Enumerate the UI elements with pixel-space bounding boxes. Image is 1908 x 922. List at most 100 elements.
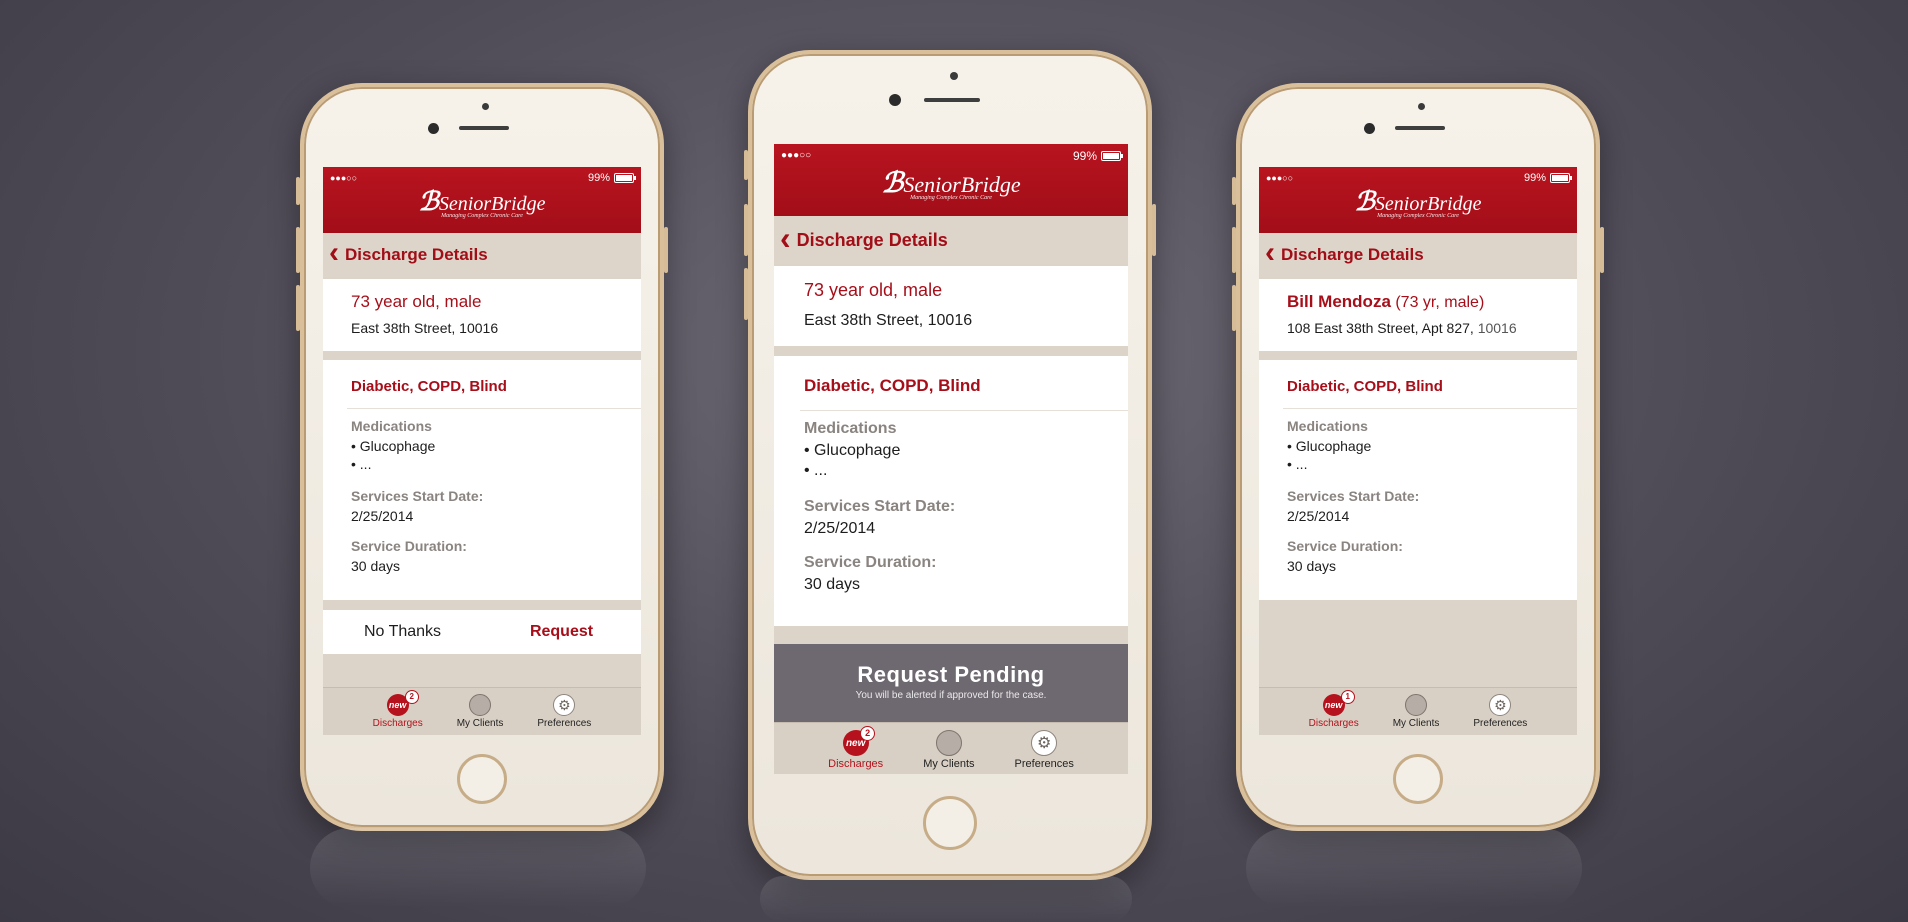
patient-name: Bill Mendoza (1287, 292, 1391, 311)
medication-item: • Glucophage (804, 442, 901, 459)
screen-left: ●●●○○ 99% ℬSeniorBridge Managing Complex… (323, 167, 641, 735)
patient-summary-card: 73 year old, male East 38th Street, 1001… (323, 279, 641, 351)
home-button[interactable] (923, 796, 977, 850)
gear-icon: ⚙ (553, 694, 576, 716)
back-chevron-icon[interactable]: ‹ (780, 220, 791, 257)
battery-icon (614, 173, 636, 183)
start-date-label: Services Start Date: (1287, 488, 1420, 504)
tab-label: My Clients (1392, 718, 1440, 729)
medication-item: • Glucophage (351, 438, 436, 454)
senior-bridge-logo: ℬSeniorBridge Managing Complex Chronic C… (1354, 187, 1482, 219)
start-date-value: 2/25/2014 (804, 520, 876, 537)
medications-label: Medications (804, 420, 897, 437)
patient-zip: 10016 (1477, 320, 1517, 336)
screen-center: ●●●○○ 99% ℬSeniorBridge Managing Complex… (774, 144, 1128, 774)
app-header: ●●●○○ 99% ℬSeniorBridge Managing Complex… (774, 144, 1128, 216)
no-thanks-button[interactable]: No Thanks (323, 610, 482, 654)
medication-item: • ... (1287, 456, 1308, 472)
start-date-value: 2/25/2014 (1287, 508, 1350, 524)
duration-value: 30 days (804, 576, 861, 593)
tab-label: Discharges (1308, 718, 1359, 729)
start-date-label: Services Start Date: (351, 488, 484, 504)
tab-preferences[interactable]: ⚙ Preferences (537, 694, 591, 735)
patient-details-card: Diabetic, COPD, Blind Medications • Gluc… (1259, 360, 1577, 600)
signal-indicator: ●●●○○ (1266, 173, 1294, 183)
patient-details-card: Diabetic, COPD, Blind Medications • Gluc… (323, 360, 641, 600)
tab-bar: new 2 Discharges My Clients ⚙ Preference… (774, 722, 1128, 774)
phone-right: ●●●○○ 99% ℬSeniorBridge Managing Complex… (1232, 83, 1604, 831)
battery-icon (1101, 151, 1123, 161)
signal-indicator: ●●●○○ (781, 150, 812, 161)
back-chevron-icon[interactable]: ‹ (329, 236, 339, 270)
discharges-badge: 1 (1340, 690, 1355, 704)
speaker-grille (1395, 126, 1445, 130)
patient-details-card: Diabetic, COPD, Blind Medications • Gluc… (774, 356, 1128, 626)
medication-item: • Glucophage (1287, 438, 1372, 454)
speaker-grille (459, 126, 509, 130)
front-camera-icon (889, 94, 901, 106)
tab-discharges[interactable]: new 2 Discharges (828, 726, 884, 774)
proximity-sensor (1418, 103, 1425, 110)
discharges-badge: 2 (404, 690, 419, 704)
proximity-sensor (482, 103, 489, 110)
speaker-grille (924, 98, 980, 102)
tab-label: My Clients (923, 758, 975, 770)
tab-my-clients[interactable]: My Clients (923, 730, 975, 774)
tab-label: Discharges (372, 718, 423, 729)
discharges-badge: 2 (860, 726, 876, 741)
request-pending-banner: Request Pending You will be alerted if a… (774, 644, 1128, 722)
start-date-value: 2/25/2014 (351, 508, 414, 524)
screen-right: ●●●○○ 99% ℬSeniorBridge Managing Complex… (1259, 167, 1577, 735)
duration-label: Service Duration: (804, 554, 937, 571)
signal-indicator: ●●●○○ (330, 173, 358, 183)
duration-label: Service Duration: (1287, 538, 1403, 554)
senior-bridge-logo: ℬSeniorBridge Managing Complex Chronic C… (881, 166, 1021, 201)
tab-label: My Clients (456, 718, 504, 729)
tab-my-clients[interactable]: My Clients (1392, 694, 1440, 735)
phone-reflection (310, 828, 646, 908)
duration-label: Service Duration: (351, 538, 467, 554)
request-button[interactable]: Request (482, 610, 641, 654)
patient-headline: 73 year old, male (804, 280, 943, 300)
patient-address: East 38th Street, 10016 (804, 312, 973, 329)
page-title: Discharge Details (1281, 245, 1424, 264)
front-camera-icon (1364, 123, 1375, 134)
home-button[interactable] (1393, 754, 1443, 804)
tab-preferences[interactable]: ⚙ Preferences (1015, 730, 1074, 774)
pending-title: Request Pending (857, 662, 1045, 687)
gear-icon: ⚙ (1489, 694, 1512, 716)
tab-my-clients[interactable]: My Clients (456, 694, 504, 735)
tab-discharges[interactable]: new 2 Discharges (372, 690, 423, 735)
medications-label: Medications (1287, 418, 1368, 434)
tab-bar: new 1 Discharges My Clients ⚙ Preference… (1259, 687, 1577, 735)
front-camera-icon (428, 123, 439, 134)
tab-bar: new 2 Discharges My Clients ⚙ Preference… (323, 687, 641, 735)
phone-reflection (1246, 828, 1582, 908)
home-button[interactable] (457, 754, 507, 804)
battery-percent: 99% (587, 172, 610, 184)
phone-center: ●●●○○ 99% ℬSeniorBridge Managing Complex… (744, 50, 1156, 880)
start-date-label: Services Start Date: (804, 498, 956, 515)
tab-label: Discharges (828, 758, 884, 770)
patient-summary-card: Bill Mendoza (73 yr, male) 108 East 38th… (1259, 279, 1577, 351)
app-header: ●●●○○ 99% ℬSeniorBridge Managing Complex… (1259, 167, 1577, 233)
phone-left: ●●●○○ 99% ℬSeniorBridge Managing Complex… (296, 83, 668, 831)
conditions: Diabetic, COPD, Blind (804, 376, 981, 395)
patient-headline: 73 year old, male (351, 292, 482, 311)
duration-value: 30 days (351, 558, 401, 574)
proximity-sensor (950, 72, 958, 80)
patient-address: 108 East 38th Street, Apt 827, (1287, 320, 1478, 336)
patient-address: East 38th Street, 10016 (351, 320, 499, 336)
battery-percent: 99% (1072, 149, 1097, 163)
page-title: Discharge Details (796, 229, 948, 250)
tab-label: Preferences (1473, 718, 1528, 729)
phone-reflection (760, 876, 1132, 922)
back-chevron-icon[interactable]: ‹ (1265, 236, 1275, 270)
medications-label: Medications (351, 418, 432, 434)
user-icon (935, 730, 962, 756)
conditions: Diabetic, COPD, Blind (1287, 378, 1443, 395)
medication-item: • ... (351, 456, 372, 472)
tab-preferences[interactable]: ⚙ Preferences (1473, 694, 1527, 735)
tab-discharges[interactable]: new 1 Discharges (1308, 690, 1359, 735)
duration-value: 30 days (1287, 558, 1337, 574)
